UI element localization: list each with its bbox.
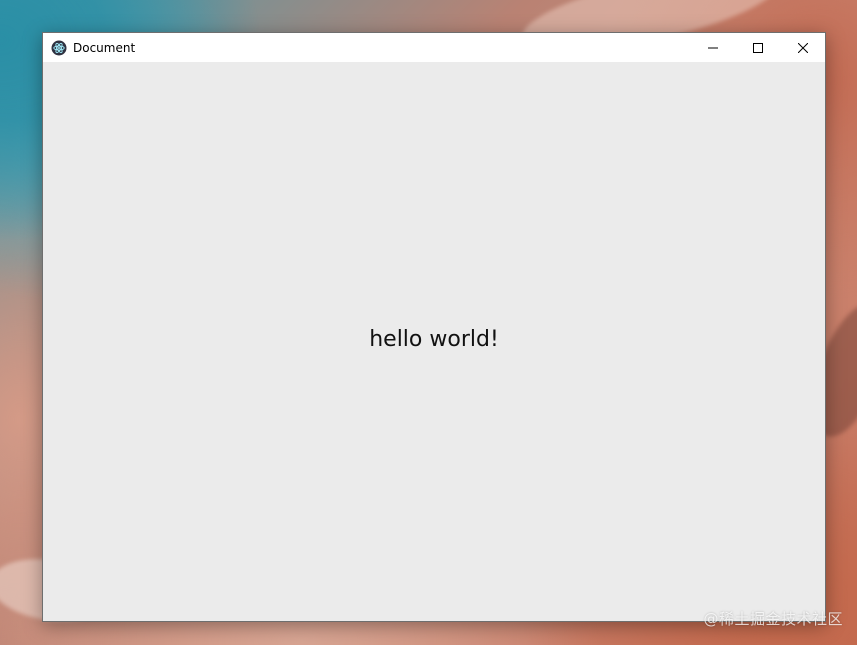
title-bar[interactable]: Document [43,33,825,62]
app-window: Document hello world! [42,32,826,622]
window-title: Document [73,40,136,55]
electron-icon [51,40,67,56]
close-icon [797,42,808,53]
hello-text: hello world! [369,327,499,352]
close-button[interactable] [780,33,825,62]
watermark: @稀土掘金技术社区 [703,610,843,628]
minimize-button[interactable] [690,33,735,62]
window-controls [690,33,825,62]
minimize-icon [707,47,718,48]
window-content: hello world! [43,62,825,621]
maximize-icon [752,42,763,53]
maximize-button[interactable] [735,33,780,62]
